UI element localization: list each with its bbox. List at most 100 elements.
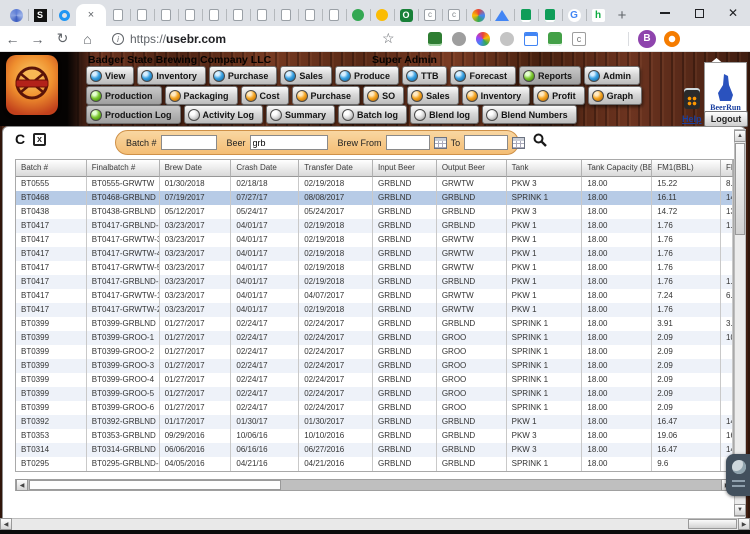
column-header[interactable]: Output Beer	[436, 160, 507, 177]
reload-icon[interactable]: ↻	[50, 30, 75, 47]
table-row[interactable]: BT0392 BT0392-GRBLND 01/17/2017 01/30/17 01/…	[16, 415, 733, 429]
table-row[interactable]: BT0399 BT0399-GRBLND 01/27/2017 02/24/17 02/…	[16, 317, 733, 331]
column-header[interactable]: Tank Capacity (BBL)	[582, 160, 653, 177]
nav-admin[interactable]: Admin	[584, 66, 640, 85]
table-row[interactable]: BT0417 BT0417-GRWTW-4 03/23/2017 04/01/17 02…	[16, 247, 733, 261]
robot-green-extension-icon[interactable]	[428, 31, 442, 46]
media-gray-extension-icon[interactable]	[452, 31, 466, 46]
help-link[interactable]: Help	[682, 114, 702, 124]
table-row[interactable]: BT0555 BT0555-GRWTW 01/30/2018 02/18/18 02/1…	[16, 177, 733, 191]
browser-tab[interactable]	[514, 4, 538, 26]
nav-sales[interactable]: Sales	[407, 86, 459, 105]
column-header[interactable]: FM1(BBL)	[652, 160, 722, 177]
close-panel-icon[interactable]: x	[33, 133, 46, 146]
browser-tab[interactable]: G	[562, 4, 586, 26]
browser-tab[interactable]: c	[418, 4, 442, 26]
browser-tab[interactable]	[346, 4, 370, 26]
nav-purchase[interactable]: Purchase	[208, 66, 278, 85]
browser-tab[interactable]	[226, 4, 250, 26]
batch-filter-input[interactable]	[160, 135, 217, 150]
column-header[interactable]: Finalbatch #	[86, 160, 160, 177]
table-row[interactable]: BT0399 BT0399-GROO-3 01/27/2017 02/24/17 02/…	[16, 359, 733, 373]
back-icon[interactable]: ←	[0, 31, 25, 47]
nav-summary[interactable]: Summary	[266, 105, 336, 124]
browser-tab[interactable]	[466, 4, 490, 26]
forward-icon[interactable]: →	[25, 31, 50, 47]
browser-tab[interactable]	[298, 4, 322, 26]
nav-blend-numbers[interactable]: Blend Numbers	[482, 105, 577, 124]
color-wheel-extension-icon[interactable]	[476, 31, 490, 46]
table-row[interactable]: BT0417 BT0417-GRWTW-5 03/23/2017 04/01/17 02…	[16, 261, 733, 275]
browser-tab[interactable]	[178, 4, 202, 26]
browser-tab[interactable]	[490, 4, 514, 26]
nav-so[interactable]: SO	[363, 86, 405, 105]
scroll-up-icon[interactable]: ▲	[734, 130, 746, 142]
site-info-icon[interactable]: i	[112, 32, 124, 45]
browser-tab[interactable]: c	[442, 4, 466, 26]
minimize-button[interactable]	[648, 0, 682, 26]
nav-activity-log[interactable]: Activity Log	[183, 105, 264, 124]
browser-tab[interactable]: S	[28, 4, 52, 26]
table-row[interactable]: BT0295 BT0295-GRBLND-1 04/05/2016 04/21/16 0…	[16, 457, 733, 471]
table-row[interactable]: BT0417 BT0417-GRWTW-2 03/23/2017 04/01/17 02…	[16, 303, 733, 317]
column-header[interactable]: Tank	[506, 160, 583, 177]
nav-blend-log[interactable]: Blend log	[410, 105, 480, 124]
page-scroll-right-icon[interactable]: ▶	[738, 518, 750, 530]
table-row[interactable]: BT0353 BT0353-GRBLND 09/29/2016 10/06/16 10/…	[16, 429, 733, 443]
scroll-down-icon[interactable]: ▼	[734, 504, 746, 516]
close-window-button[interactable]: ✕	[716, 0, 750, 26]
nav-batch-log[interactable]: Batch log	[338, 105, 408, 124]
browser-tab[interactable]	[322, 4, 346, 26]
bookmark-star-icon[interactable]: ☆	[382, 30, 395, 47]
browser-tab[interactable]	[202, 4, 226, 26]
browser-tab[interactable]	[4, 4, 28, 26]
nav-sales[interactable]: Sales	[280, 66, 332, 85]
nav-purchase[interactable]: Purchase	[291, 86, 361, 105]
nav-inventory[interactable]: Inventory	[461, 86, 531, 105]
page-horizontal-scrollbar[interactable]: ◀ ▶	[0, 518, 750, 530]
browser-tab[interactable]: O	[394, 4, 418, 26]
nav-inventory[interactable]: Inventory	[137, 66, 206, 85]
table-row[interactable]: BT0399 BT0399-GROO-4 01/27/2017 02/24/17 02/…	[16, 373, 733, 387]
table-row[interactable]: BT0417 BT0417-GRWTW-1 03/23/2017 04/01/17 04…	[16, 289, 733, 303]
table-scroll-thumb[interactable]	[29, 480, 281, 490]
nav-graph[interactable]: Graph	[587, 86, 643, 105]
column-header[interactable]: Crash Date	[231, 160, 300, 177]
nav-forecast[interactable]: Forecast	[450, 66, 516, 85]
profile-avatar[interactable]: B	[638, 29, 656, 48]
table-row[interactable]: BT0399 BT0399-GROO-6 01/27/2017 02/24/17 02/…	[16, 401, 733, 415]
nav-view[interactable]: View	[86, 66, 135, 85]
calculator-icon[interactable]	[684, 88, 700, 109]
page-scroll-left-icon[interactable]: ◀	[0, 518, 12, 530]
column-header[interactable]: Input Beer	[373, 160, 437, 177]
table-scroll-left-icon[interactable]: ◀	[16, 479, 28, 491]
nav-cost[interactable]: Cost	[240, 86, 289, 105]
search-icon[interactable]	[533, 133, 547, 152]
table-row[interactable]: BT0399 BT0399-GROO-1 01/27/2017 02/24/17 02/…	[16, 331, 733, 345]
window-blue-extension-icon[interactable]	[524, 31, 538, 46]
brew-from-input[interactable]	[385, 135, 430, 150]
table-row[interactable]: BT0438 BT0438-GRBLND 05/12/2017 05/24/17 05/…	[16, 205, 733, 219]
screen-share-overlay-icon[interactable]	[726, 454, 750, 496]
table-row[interactable]: BT0399 BT0399-GROO-5 01/27/2017 02/24/17 02/…	[16, 387, 733, 401]
circle-gray-extension-icon[interactable]	[500, 31, 514, 46]
nav-production-log[interactable]: Production Log	[86, 105, 181, 124]
calendar-icon-from[interactable]	[433, 136, 447, 149]
home-icon[interactable]: ⌂	[75, 31, 100, 47]
active-tab[interactable]: ×	[76, 4, 106, 26]
mail-green-extension-icon[interactable]	[548, 31, 562, 46]
url-field[interactable]: https://usebr.com	[130, 32, 226, 46]
browser-tab[interactable]: h	[586, 4, 610, 26]
table-row[interactable]: BT0417 BT0417-GRWTW-3 03/23/2017 04/01/17 02…	[16, 233, 733, 247]
to-input[interactable]	[464, 135, 509, 150]
column-header[interactable]: Transfer Date	[299, 160, 373, 177]
nav-reports[interactable]: Reports	[518, 66, 581, 85]
nav-packaging[interactable]: Packaging	[164, 86, 238, 105]
page-scroll-thumb[interactable]	[688, 519, 737, 529]
browser-tab[interactable]	[250, 4, 274, 26]
column-header[interactable]: Brew Date	[159, 160, 232, 177]
browser-tab[interactable]	[106, 4, 130, 26]
maximize-button[interactable]	[682, 0, 716, 26]
column-header[interactable]: Batch #	[16, 160, 87, 177]
logout-button[interactable]: Logout	[704, 111, 748, 127]
